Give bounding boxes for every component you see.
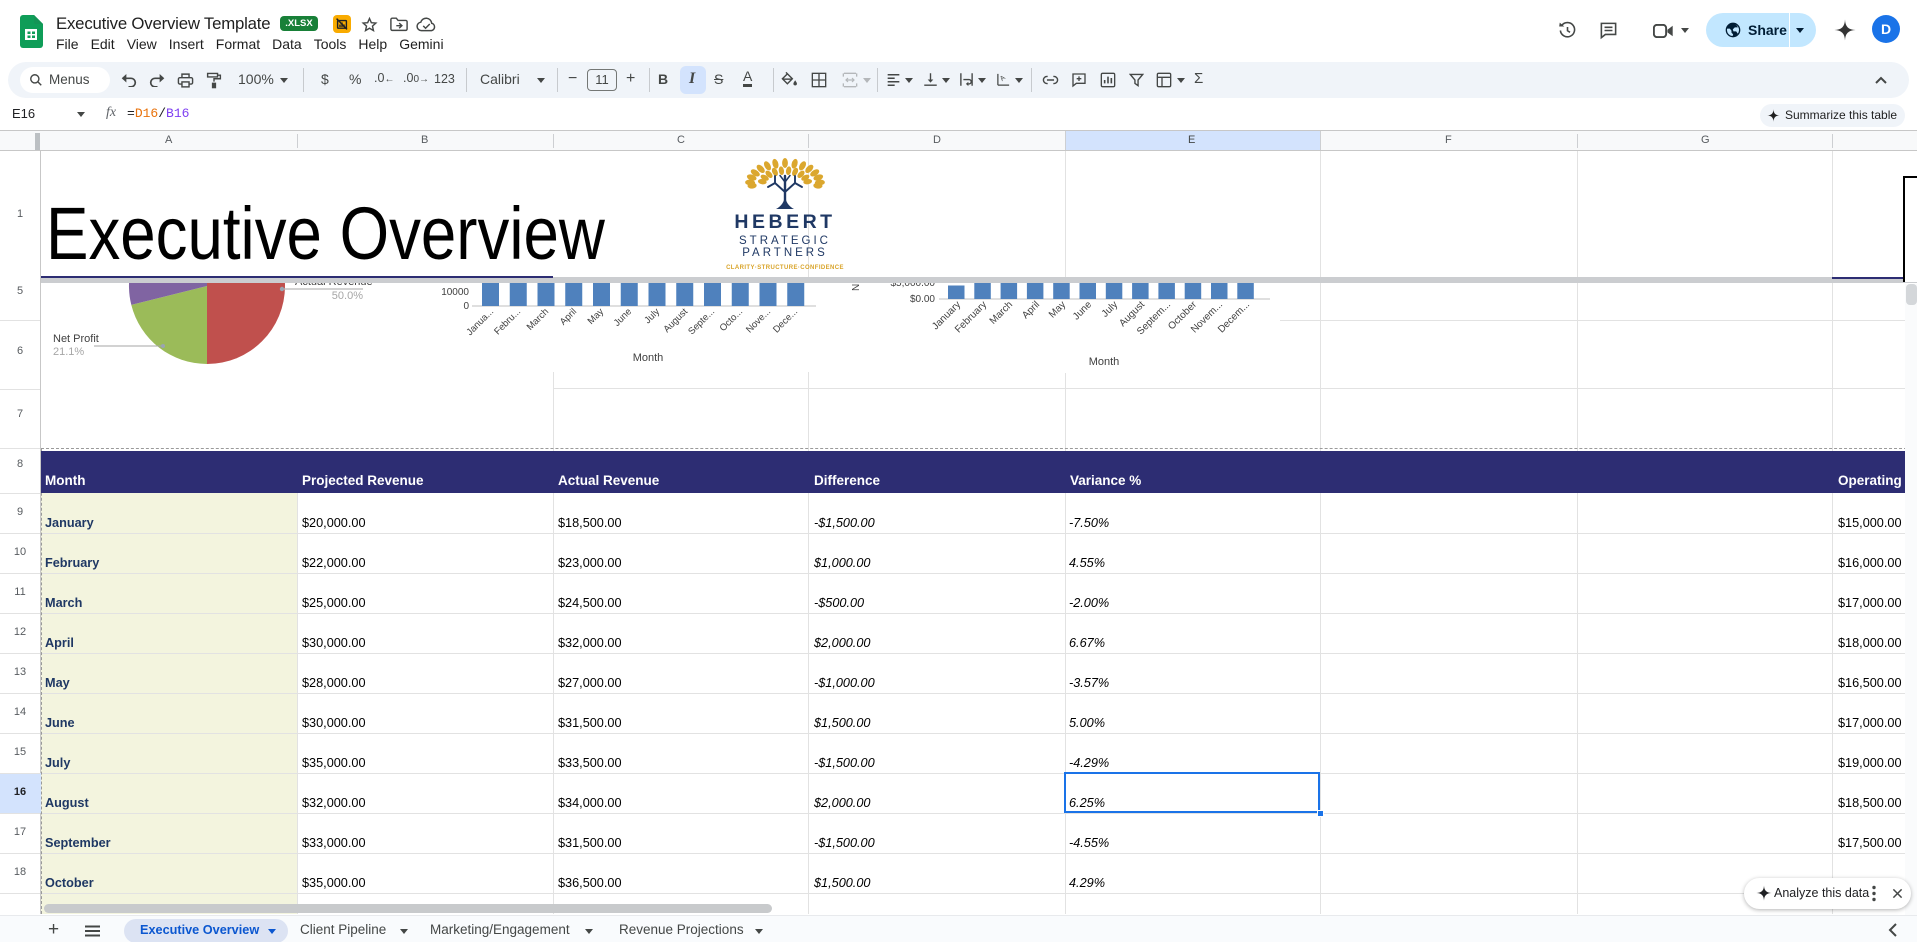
svg-text:Febru...: Febru... xyxy=(492,306,523,337)
svg-text:Janua...: Janua... xyxy=(464,306,496,338)
svg-text:March: March xyxy=(988,299,1015,326)
svg-text:July: July xyxy=(642,306,662,326)
svg-text:Septe...: Septe... xyxy=(686,306,717,337)
svg-text:Month: Month xyxy=(633,352,664,364)
svg-text:May: May xyxy=(1047,299,1068,320)
svg-text:$0.00: $0.00 xyxy=(910,294,935,305)
svg-text:Month: Month xyxy=(1089,356,1120,368)
svg-text:Nove...: Nove... xyxy=(744,306,773,335)
svg-text:June: June xyxy=(612,306,634,328)
svg-text:June: June xyxy=(1071,299,1094,322)
svg-text:50.0%: 50.0% xyxy=(332,290,363,302)
svg-text:10000: 10000 xyxy=(441,287,469,298)
svg-text:May: May xyxy=(586,306,607,327)
svg-text:March: March xyxy=(525,306,551,332)
svg-text:PARTNERS: PARTNERS xyxy=(742,247,828,259)
svg-text:$5,000.00: $5,000.00 xyxy=(891,283,936,289)
svg-text:A: A xyxy=(999,74,1007,83)
svg-text:Octo...: Octo... xyxy=(718,306,746,334)
svg-text:April: April xyxy=(1020,299,1042,321)
svg-text:N: N xyxy=(851,284,862,291)
svg-text:July: July xyxy=(1100,299,1120,319)
svg-text:HEBERT: HEBERT xyxy=(734,211,835,233)
svg-text:Actual Revenue: Actual Revenue xyxy=(295,283,373,288)
svg-text:April: April xyxy=(558,306,579,327)
svg-text:STRATEGIC: STRATEGIC xyxy=(739,235,831,247)
svg-text:Net Profit: Net Profit xyxy=(53,333,99,345)
svg-text:Dece...: Dece... xyxy=(771,306,800,335)
svg-text:0: 0 xyxy=(463,301,469,312)
svg-text:21.1%: 21.1% xyxy=(53,346,84,358)
svg-text:CLARITY·STRUCTURE·CONFIDENCE: CLARITY·STRUCTURE·CONFIDENCE xyxy=(726,265,844,271)
